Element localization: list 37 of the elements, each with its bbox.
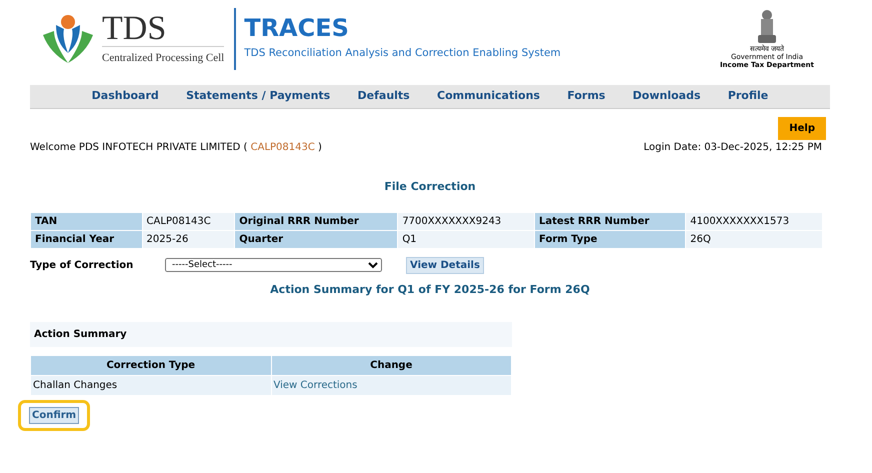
page-title: File Correction [384,180,476,193]
field-value: 4100XXXXXXX1573 [686,212,822,230]
field-label: Latest RRR Number [535,212,686,230]
nav-link[interactable]: Communications [437,84,540,109]
app-subtitle: TDS Reconciliation Analysis and Correction Enabling System [244,46,561,62]
login-date: Login Date: 03-Dec-2025, 12:25 PM [644,141,822,155]
nav-link[interactable]: Profile [728,84,768,109]
field-label: Quarter [235,230,398,248]
logo-subtitle: Centralized Processing Cell [102,46,224,66]
field-value: 2025-26 [142,230,234,248]
help-button[interactable]: Help [778,117,826,140]
logo-title: TDS [102,12,168,46]
nav-link[interactable]: Statements / Payments [186,84,330,109]
column-header: Correction Type [31,356,270,375]
field-label: Form Type [535,230,686,248]
field-value: 26Q [686,230,822,248]
field-label: Original RRR Number [235,212,398,230]
welcome-text: Welcome PDS INFOTECH PRIVATE LIMITED ( CALP08143C ) [30,141,322,155]
section-title: Action Summary for Q1 of FY 2025-26 for Form 26Q [270,282,590,296]
section-heading: Action Summary [30,322,512,347]
field-value: Q1 [398,230,534,248]
correction-type-select[interactable]: -----Select----- [165,258,382,272]
app-title: TRACES [244,16,350,40]
field-value: 7700XXXXXXX9243 [398,212,534,230]
nav-link[interactable]: Downloads [632,84,700,109]
field-label: Financial Year [31,230,142,248]
logo-icon [42,13,94,65]
field-label: TAN [31,212,142,230]
view-details-button[interactable]: View Details [406,256,484,274]
nav-link[interactable]: Forms [567,84,606,109]
nav-link[interactable]: Defaults [358,84,410,109]
field-label: Type of Correction [30,258,134,272]
nav-link[interactable]: Dashboard [92,84,159,109]
confirm-button[interactable]: Confirm [29,407,80,424]
column-header: Change [272,356,511,375]
field-value: CALP08143C [142,212,234,230]
table-cell: Challan Changes [31,376,270,395]
